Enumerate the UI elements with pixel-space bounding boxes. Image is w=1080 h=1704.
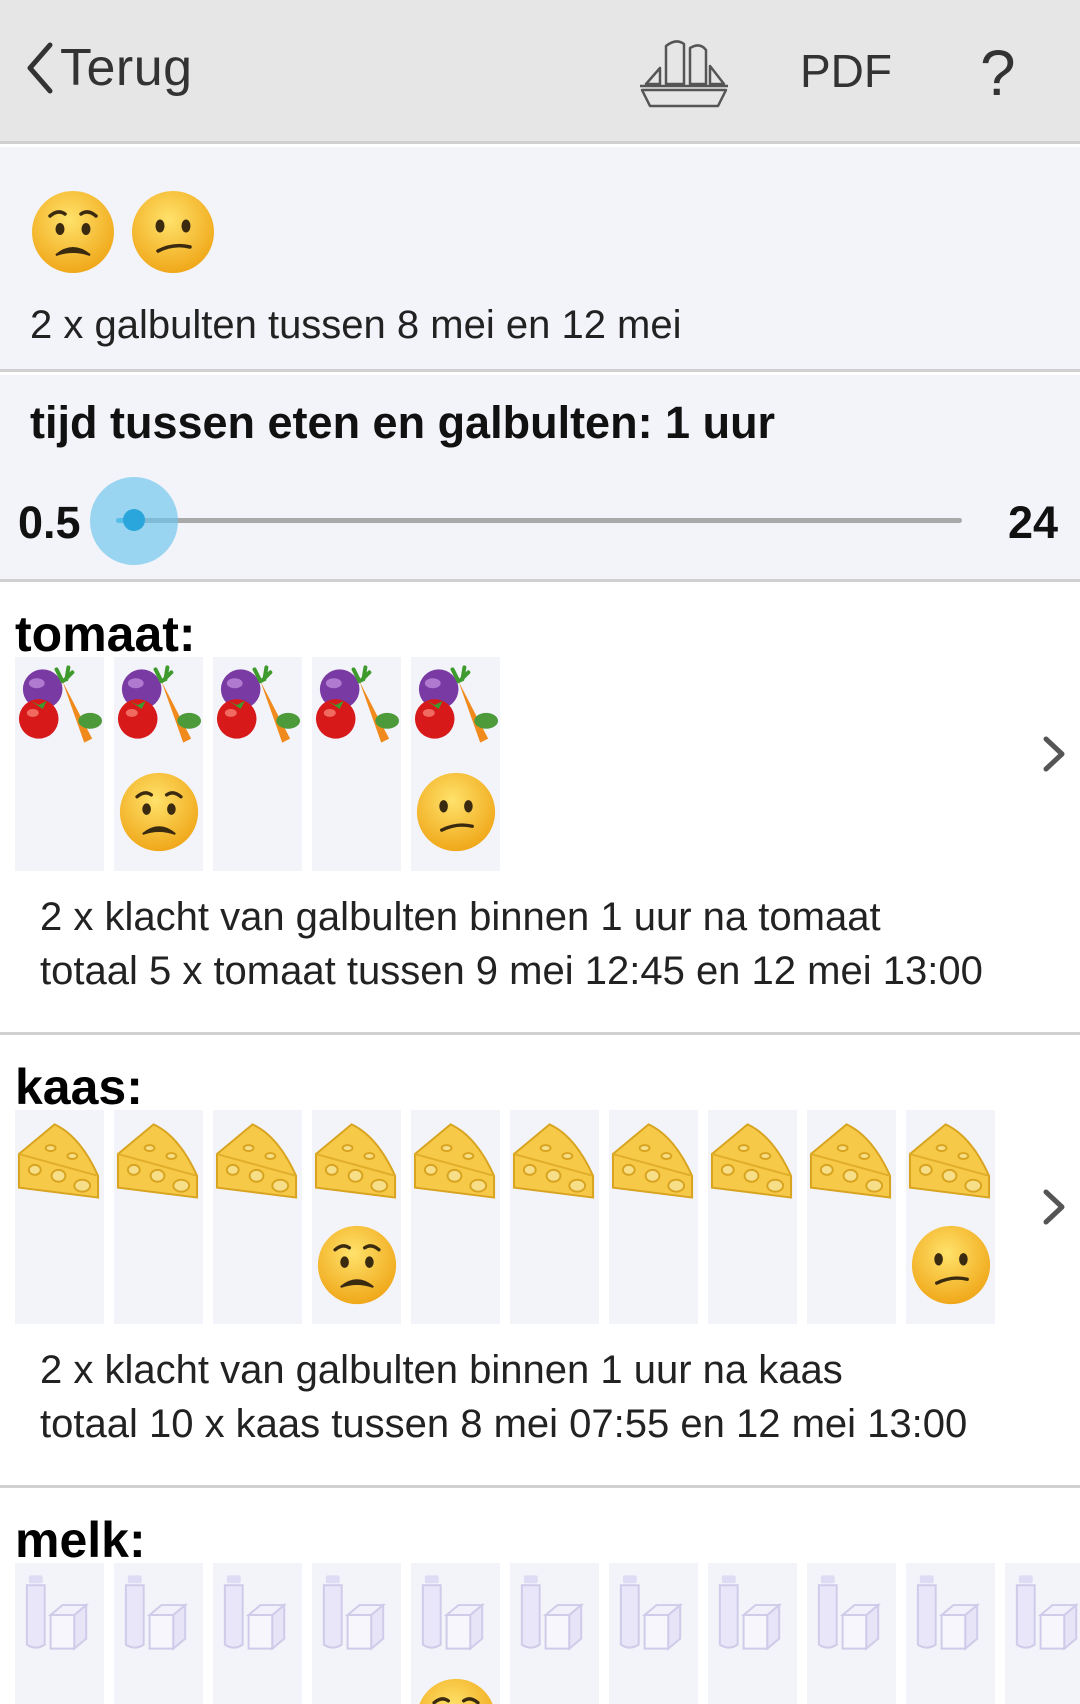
vegetables-icon [411, 663, 500, 747]
worried-face-icon [316, 1224, 398, 1311]
milk-icon [312, 1569, 401, 1653]
food-section-melk[interactable]: melk: [0, 1491, 1080, 1704]
cheese-icon [312, 1116, 401, 1200]
food-entry[interactable] [15, 1110, 104, 1324]
food-entry[interactable] [906, 1110, 995, 1324]
food-entry[interactable] [510, 1563, 599, 1704]
milk-icon [807, 1569, 896, 1653]
food-entry[interactable] [213, 1563, 302, 1704]
slider-max-label: 24 [1008, 497, 1059, 548]
food-entry[interactable] [807, 1110, 896, 1324]
cheese-icon [609, 1116, 698, 1200]
total-count: totaal 5 x tomaat tussen 9 mei 12:45 en … [40, 949, 983, 993]
milk-icon [906, 1569, 995, 1653]
milk-icon [213, 1569, 302, 1653]
food-entry[interactable] [411, 1563, 500, 1704]
food-entry[interactable] [708, 1563, 797, 1704]
milk-icon [411, 1569, 500, 1653]
vegetables-icon [114, 663, 203, 747]
back-button[interactable]: Terug [22, 38, 193, 98]
food-entry[interactable] [312, 657, 401, 871]
food-name: tomaat: [15, 606, 196, 662]
complaint-count: 2 x klacht van galbulten binnen 1 uur na… [40, 895, 881, 939]
top-bar: Terug PDF ? [0, 0, 1080, 144]
slider-min-label: 0.5 [18, 497, 81, 548]
worried-face-icon [415, 1677, 497, 1704]
food-section-tomaat[interactable]: tomaat: 2 x klacht van galbulten binnen … [0, 585, 1080, 1035]
cheese-icon [15, 1116, 104, 1200]
food-entry[interactable] [15, 657, 104, 871]
cheese-icon [510, 1116, 599, 1200]
food-entry[interactable] [510, 1110, 599, 1324]
food-entry[interactable] [312, 1563, 401, 1704]
complaint-count: 2 x klacht van galbulten binnen 1 uur na… [40, 1348, 843, 1392]
milk-icon [708, 1569, 797, 1653]
vegetables-icon [312, 663, 401, 747]
food-timeline [15, 1563, 1080, 1704]
vegetables-icon [213, 663, 302, 747]
confused-face-icon [132, 191, 214, 273]
confused-face-icon [910, 1224, 992, 1311]
cheese-icon [114, 1116, 203, 1200]
food-entry[interactable] [213, 1110, 302, 1324]
chevron-right-icon[interactable] [1040, 733, 1068, 775]
cheese-icon [807, 1116, 896, 1200]
milk-icon [15, 1569, 104, 1653]
milk-icon [1005, 1569, 1080, 1653]
food-name: kaas: [15, 1059, 143, 1115]
food-entry[interactable] [114, 1110, 203, 1324]
worried-face-icon [32, 191, 114, 273]
summary-faces [30, 189, 216, 275]
food-section-kaas[interactable]: kaas: 2 x klacht van galbulten binnen 1 … [0, 1038, 1080, 1488]
food-entry[interactable] [15, 1563, 104, 1704]
chevron-right-icon[interactable] [1040, 1186, 1068, 1228]
time-title: tijd tussen eten en galbulten: 1 uur [30, 397, 776, 448]
food-entry[interactable] [1005, 1563, 1080, 1704]
cheese-icon [411, 1116, 500, 1200]
confused-face-icon [415, 771, 497, 858]
help-button[interactable]: ? [980, 36, 1016, 110]
cheese-icon [213, 1116, 302, 1200]
food-timeline [15, 1110, 995, 1324]
milk-icon [510, 1569, 599, 1653]
cheese-icon [906, 1116, 995, 1200]
summary-panel: 2 x galbulten tussen 8 mei en 12 mei [0, 147, 1080, 372]
ship-icon[interactable] [634, 34, 734, 112]
food-entry[interactable] [114, 1563, 203, 1704]
total-count: totaal 10 x kaas tussen 8 mei 07:55 en 1… [40, 1402, 968, 1446]
time-slider[interactable] [90, 477, 962, 565]
food-timeline [15, 657, 500, 871]
food-entry[interactable] [312, 1110, 401, 1324]
food-entry[interactable] [411, 1110, 500, 1324]
food-entry[interactable] [609, 1110, 698, 1324]
food-entry[interactable] [609, 1563, 698, 1704]
food-entry[interactable] [213, 657, 302, 871]
cheese-icon [708, 1116, 797, 1200]
pdf-button[interactable]: PDF [800, 44, 892, 98]
time-panel: tijd tussen eten en galbulten: 1 uur 0.5… [0, 375, 1080, 582]
food-entry[interactable] [114, 657, 203, 871]
worried-face-icon [118, 771, 200, 858]
food-entry[interactable] [708, 1110, 797, 1324]
milk-icon [609, 1569, 698, 1653]
food-entry[interactable] [807, 1563, 896, 1704]
food-name: melk: [15, 1512, 146, 1568]
summary-text: 2 x galbulten tussen 8 mei en 12 mei [30, 303, 682, 347]
food-entry[interactable] [906, 1563, 995, 1704]
food-entry[interactable] [411, 657, 500, 871]
chevron-left-icon [27, 42, 53, 94]
slider-thumb[interactable] [123, 509, 145, 531]
vegetables-icon [15, 663, 104, 747]
milk-icon [114, 1569, 203, 1653]
back-label: Terug [60, 39, 193, 97]
